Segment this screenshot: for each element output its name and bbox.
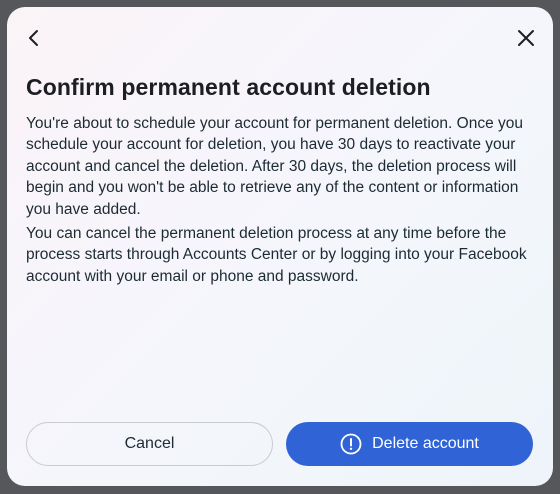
cancel-info-paragraph: You can cancel the permanent deletion pr… xyxy=(26,225,527,285)
alert-circle-icon xyxy=(340,433,362,455)
cancel-button-label: Cancel xyxy=(124,435,175,452)
cancel-button[interactable]: Cancel xyxy=(26,422,273,466)
close-icon xyxy=(518,30,534,46)
delete-account-button-label: Delete account xyxy=(372,435,479,452)
delete-account-button[interactable]: Delete account xyxy=(286,422,533,466)
back-button[interactable] xyxy=(16,20,52,56)
close-button[interactable] xyxy=(508,20,544,56)
chevron-left-icon xyxy=(29,30,38,46)
deletion-info-paragraph: You're about to schedule your account fo… xyxy=(26,115,523,218)
dialog-title: Confirm permanent account deletion xyxy=(26,74,431,100)
delete-account-dialog: Confirm permanent account deletion You'r… xyxy=(7,7,553,486)
